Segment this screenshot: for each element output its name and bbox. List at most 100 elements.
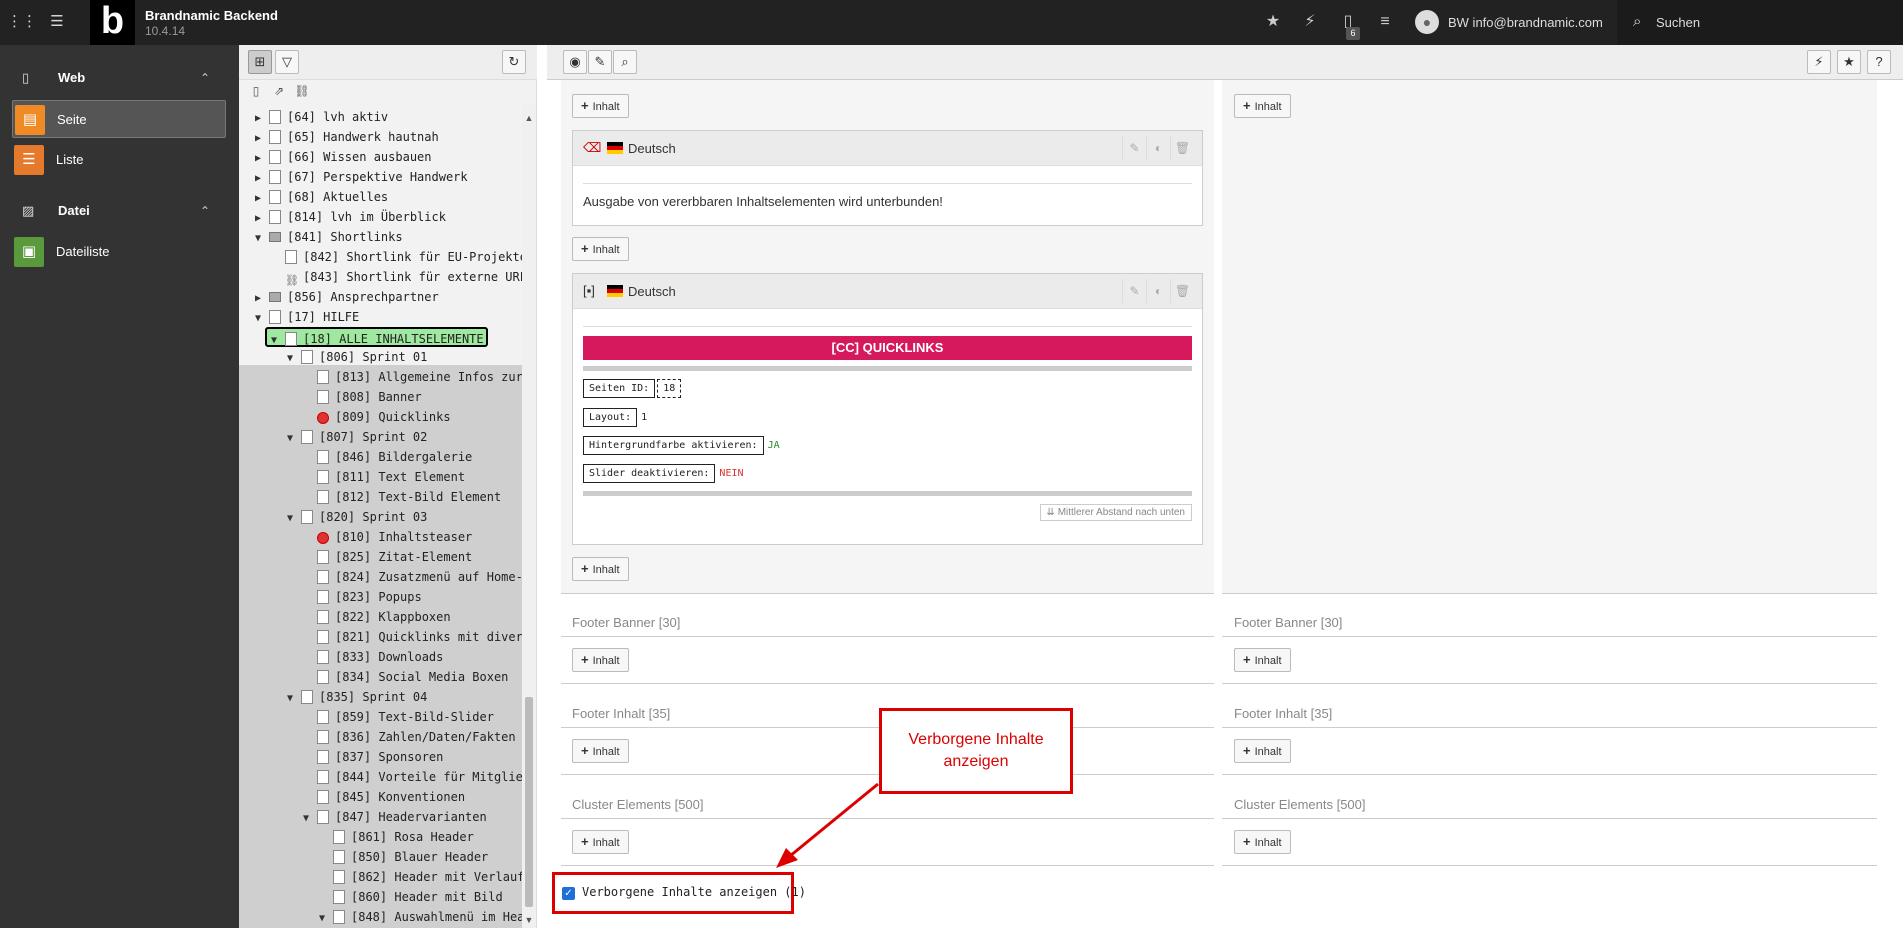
link-icon[interactable]: ⛓ (294, 83, 310, 99)
tasks-icon[interactable]: ≡ (1375, 12, 1395, 32)
help-button[interactable]: ? (1867, 50, 1891, 74)
tree-row-label[interactable]: [845] Konventionen (335, 790, 465, 804)
page-icon[interactable] (301, 510, 313, 524)
tree-row-label[interactable]: [823] Popups (335, 590, 422, 604)
tree-row[interactable]: ▼ [807] Sprint 02 (287, 427, 427, 447)
filter-button[interactable]: ▽ (275, 50, 299, 74)
expand-icon[interactable]: ▶ (255, 209, 267, 229)
grid-apps-icon[interactable]: ⋮⋮ (7, 11, 37, 33)
page-icon[interactable] (301, 690, 313, 704)
expand-icon[interactable]: ▶ (255, 169, 267, 189)
page-icon[interactable] (317, 610, 329, 624)
tree-row-label[interactable]: [65] Handwerk hautnah (287, 130, 439, 144)
add-content-button[interactable]: + Inhalt (1234, 739, 1291, 763)
tree-row-label[interactable]: [813] Allgemeine Infos zur We (335, 370, 522, 384)
tree-row[interactable]: [812] Text-Bild Element (303, 487, 501, 507)
folder-icon[interactable] (269, 292, 281, 302)
page-icon[interactable] (317, 710, 329, 724)
collapse-icon[interactable]: ▼ (319, 909, 331, 928)
collapse-icon[interactable]: ▼ (287, 429, 299, 449)
module-item-dateiliste[interactable]: ▣ Dateiliste (12, 233, 226, 271)
tree-row-label[interactable]: [837] Sponsoren (335, 750, 443, 764)
expand-icon[interactable]: ▶ (255, 189, 267, 209)
page-icon[interactable] (333, 870, 345, 884)
tree-row-label[interactable]: [821] Quicklinks mit diversen (335, 630, 522, 644)
search-icon[interactable]: ⌕ (1633, 13, 1641, 30)
tree-row-label[interactable]: [859] Text-Bild-Slider (335, 710, 494, 724)
tree-row[interactable]: [861] Rosa Header (319, 827, 474, 847)
tree-row-label[interactable]: [822] Klappboxen (335, 610, 451, 624)
toggle-icon[interactable]: ◐ (1146, 136, 1170, 160)
tree-row[interactable]: ▼ [847] Headervarianten (303, 807, 487, 827)
page-icon[interactable] (317, 450, 329, 464)
collapse-icon[interactable]: ▼ (271, 331, 283, 351)
tree-row-label[interactable]: [809] Quicklinks (335, 410, 451, 424)
tree-scrollthumb[interactable] (525, 697, 533, 907)
page-icon[interactable] (269, 170, 281, 184)
tree-row-label[interactable]: [67] Perspektive Handwerk (287, 170, 468, 184)
add-content-button[interactable]: + Inhalt (572, 557, 629, 581)
tree-row-label[interactable]: [17] HILFE (287, 310, 359, 324)
tree-row[interactable]: [859] Text-Bild-Slider (303, 707, 494, 727)
scroll-up-icon[interactable]: ▲ (524, 113, 534, 123)
tree-row[interactable]: ▶ [68] Aktuelles (255, 187, 388, 207)
content-element[interactable]: ⌫ Deutsch ✎ ◐ 🗑 Ausgabe von vererbbaren In… (572, 130, 1203, 226)
avatar[interactable]: ● (1415, 10, 1439, 34)
page-icon[interactable] (317, 370, 329, 384)
page-icon[interactable] (317, 470, 329, 484)
tree-row-label[interactable]: [18] ALLE INHALTSELEMENTE (303, 332, 484, 346)
module-item-liste[interactable]: ☰ Liste (12, 141, 226, 179)
trash-icon[interactable]: 🗑 (1170, 136, 1194, 160)
tree-row[interactable]: ▼ [848] Auswahlmenü im Hea (319, 907, 522, 927)
tree-row[interactable]: ▼ [835] Sprint 04 (287, 687, 427, 707)
page-icon[interactable] (333, 850, 345, 864)
shortcut-icon[interactable] (285, 250, 297, 264)
page-icon[interactable] (317, 590, 329, 604)
tree-row[interactable]: [825] Zitat-Element (303, 547, 472, 567)
add-content-button[interactable]: + Inhalt (572, 237, 629, 261)
tree-row-label[interactable]: [807] Sprint 02 (319, 430, 427, 444)
tree-row[interactable]: [834] Social Media Boxen (303, 667, 508, 687)
tree-row[interactable]: ▼ [17] HILFE (255, 307, 359, 327)
page-icon[interactable] (301, 350, 313, 364)
chevron-up-icon[interactable]: ⌃ (200, 71, 210, 85)
toggle-icon[interactable]: ◐ (1146, 279, 1170, 303)
tree-row[interactable]: ▼ [820] Sprint 03 (287, 507, 427, 527)
page-icon[interactable] (317, 730, 329, 744)
add-content-button[interactable]: + Inhalt (572, 94, 629, 118)
tree-row-label[interactable]: [844] Vorteile für Mitglieder (335, 770, 522, 784)
page-icon[interactable]: ▯ (248, 83, 264, 99)
tree-row-label[interactable]: [862] Header mit Verlauf (351, 870, 522, 884)
page-icon[interactable] (285, 332, 297, 346)
hidden-page-icon[interactable] (317, 412, 329, 424)
page-icon[interactable] (317, 550, 329, 564)
tree-row[interactable]: [809] Quicklinks (303, 407, 451, 427)
tree-row-label[interactable]: [841] Shortlinks (287, 230, 403, 244)
expand-icon[interactable]: ▶ (255, 129, 267, 149)
page-icon[interactable] (333, 910, 345, 924)
tree-row[interactable]: ▶ [67] Perspektive Handwerk (255, 167, 468, 187)
user-label[interactable]: BW info@brandnamic.com (1448, 15, 1603, 30)
page-icon[interactable] (317, 390, 329, 404)
tree-row-label[interactable]: [811] Text Element (335, 470, 465, 484)
page-icon[interactable] (301, 430, 313, 444)
shortcut-icon[interactable]: ⇗ (271, 83, 287, 99)
page-icon[interactable] (269, 210, 281, 224)
tree-row-label[interactable]: [847] Headervarianten (335, 810, 487, 824)
page-icon[interactable] (317, 670, 329, 684)
tree-row-label[interactable]: [848] Auswahlmenü im Hea (351, 910, 522, 924)
page-icon[interactable] (317, 630, 329, 644)
tree-row[interactable]: [846] Bildergalerie (303, 447, 472, 467)
list-icon[interactable]: ☰ (46, 11, 68, 33)
tree-row-label[interactable]: [820] Sprint 03 (319, 510, 427, 524)
page-icon[interactable] (333, 890, 345, 904)
edit-page-button[interactable]: ✎ (588, 50, 612, 74)
tree-row[interactable]: ▶ [64] lvh aktiv (255, 107, 388, 127)
module-group-datei[interactable]: Datei (58, 203, 90, 218)
lightning-icon[interactable]: ⚡ (1300, 12, 1320, 32)
scroll-down-icon[interactable]: ▼ (524, 915, 534, 925)
tree-row-label[interactable]: [66] Wissen ausbauen (287, 150, 432, 164)
tree-row[interactable]: ▶ [856] Ansprechpartner (255, 287, 439, 307)
collapse-icon[interactable]: ▼ (287, 689, 299, 709)
tree-row[interactable]: ⛓ [843] Shortlink für externe URL (271, 267, 522, 287)
